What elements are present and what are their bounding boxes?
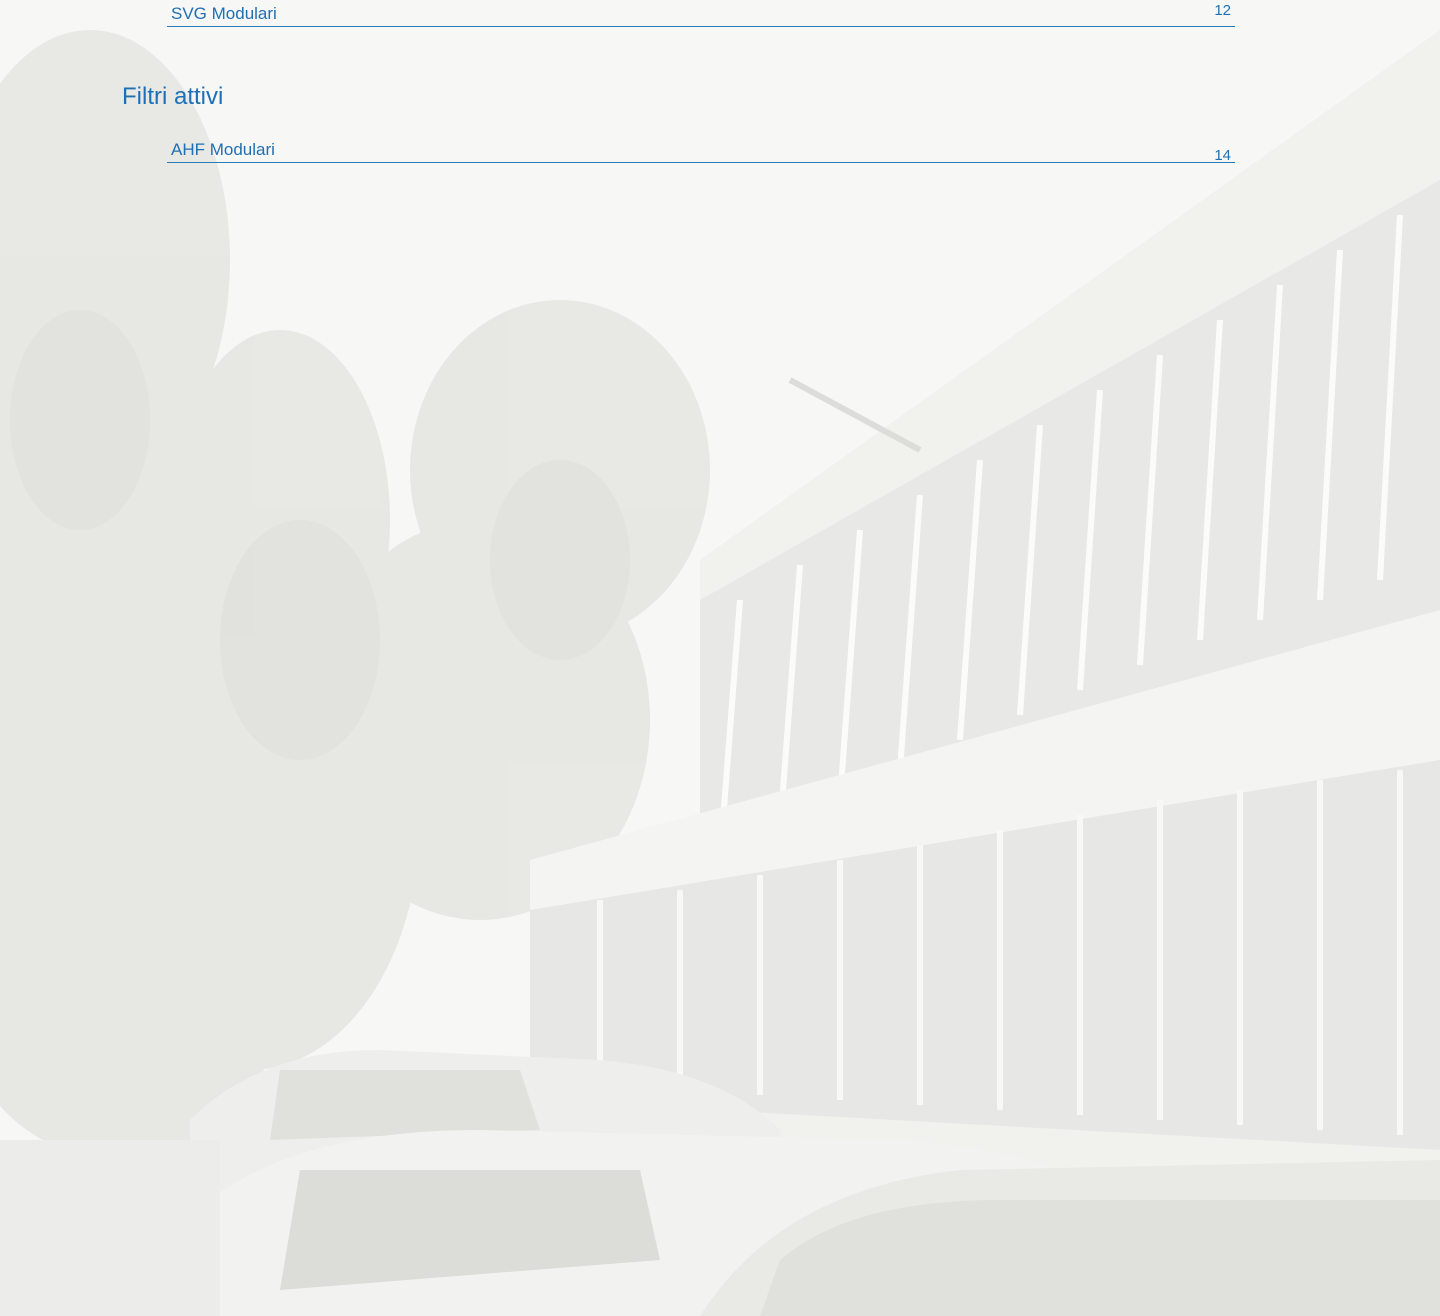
toc-entry-page-number: 14 — [1214, 147, 1231, 164]
toc-entry-label: SVG Modulari — [171, 4, 277, 23]
toc-entry-label: AHF Modulari — [171, 140, 275, 159]
section-heading: Filtri attivi — [122, 83, 224, 110]
background-photo — [0, 0, 1440, 1316]
toc-entry[interactable]: SVG Modulari 12 — [167, 2, 1235, 27]
toc-entry[interactable]: AHF Modulari 14 — [167, 140, 1235, 164]
toc-entry-page-number: 12 — [1214, 2, 1231, 19]
